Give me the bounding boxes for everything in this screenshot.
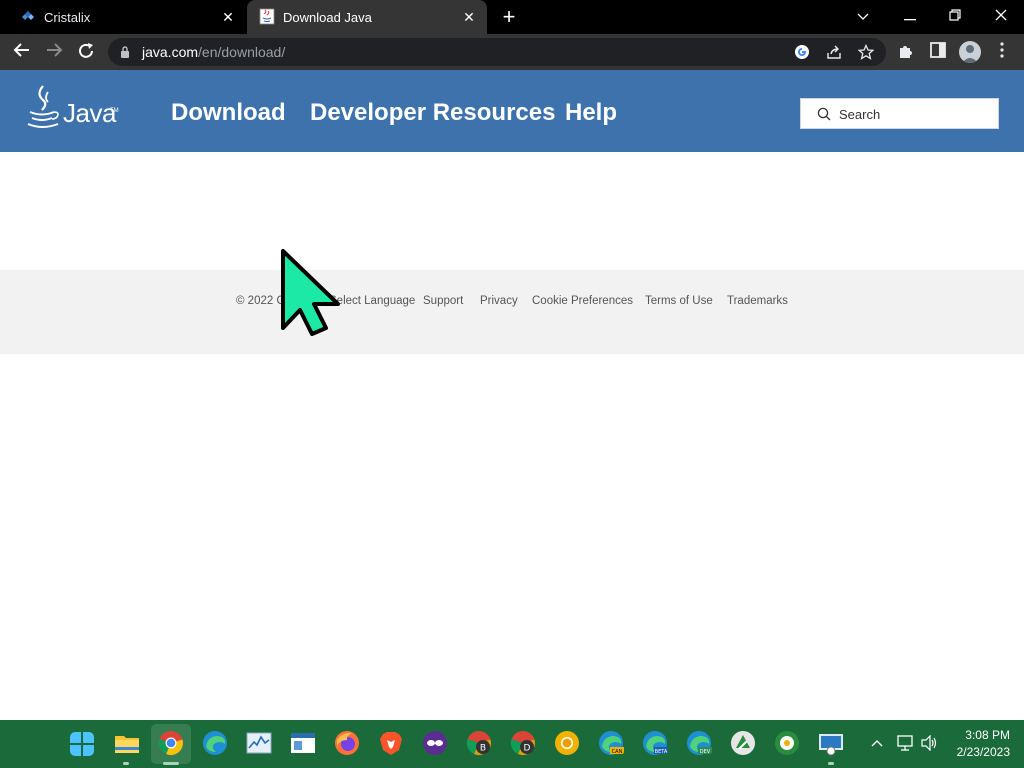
svg-text:DEV: DEV [700, 749, 711, 755]
java-favicon-icon [259, 8, 275, 25]
nav-help[interactable]: Help [565, 99, 617, 127]
profile-avatar[interactable] [959, 41, 981, 63]
cristalix-favicon-icon [22, 11, 34, 20]
side-panel-icon[interactable] [928, 42, 948, 62]
tab-title: Cristalix [44, 10, 91, 25]
close-window-icon[interactable] [989, 6, 1013, 26]
coreldraw-icon[interactable] [774, 730, 800, 756]
file-explorer-icon[interactable] [114, 730, 140, 756]
volume-icon[interactable] [921, 734, 939, 754]
vpn-mask-icon[interactable] [422, 730, 448, 756]
menu-kebab-icon[interactable] [992, 42, 1012, 62]
site-header: Java TM Download Developer Resources Hel… [0, 70, 1024, 152]
svg-text:CAN: CAN [612, 749, 623, 755]
address-bar[interactable]: java.com/en/download/ [108, 38, 886, 66]
tab-strip: Cristalix ✕ Download Java ✕ + [0, 0, 1024, 34]
firefox-icon[interactable] [334, 730, 360, 756]
edge-canary-icon[interactable]: CAN [598, 730, 624, 756]
new-tab-icon[interactable]: + [499, 6, 519, 28]
chrome-beta-icon[interactable]: B [466, 730, 492, 756]
search-icon [817, 107, 831, 121]
lock-icon[interactable] [120, 46, 130, 58]
close-tab-icon[interactable]: ✕ [461, 9, 477, 25]
java-cup-icon [27, 85, 59, 128]
nav-developer-resources[interactable]: Developer Resources [310, 99, 555, 127]
tab-search-chevron-icon[interactable] [851, 6, 875, 26]
url-path: /en/download/ [198, 44, 286, 60]
chrome-indicator [163, 762, 179, 765]
search-input[interactable] [839, 103, 989, 125]
svg-text:BETA: BETA [655, 749, 668, 755]
search-box[interactable] [800, 98, 999, 129]
svg-text:D: D [524, 744, 531, 754]
remote-desktop-icon[interactable] [818, 730, 844, 756]
remote-desktop-indicator [828, 762, 834, 765]
logo-trademark: TM [110, 108, 119, 114]
tray-chevron-up-icon[interactable] [871, 734, 883, 750]
forward-arrow-icon[interactable] [44, 42, 64, 62]
mouse-cursor-icon [281, 249, 340, 336]
bookmark-star-icon[interactable] [857, 43, 875, 60]
google-lens-icon[interactable] [794, 44, 810, 60]
logo-wordmark: Java [63, 98, 116, 128]
chrome-icon[interactable] [158, 730, 184, 756]
extensions-puzzle-icon[interactable] [896, 42, 916, 62]
back-arrow-icon[interactable] [12, 42, 32, 62]
chrome-canary-icon[interactable] [554, 730, 580, 756]
clock-time[interactable]: 3:08 PM [958, 728, 1010, 742]
windows-taskbar: B D CAN BETA DEV 3:08 PM 2/23/2023 [0, 720, 1024, 768]
close-tab-icon[interactable]: ✕ [220, 9, 236, 25]
chrome-dev-icon[interactable]: D [510, 730, 536, 756]
windows-start-icon[interactable] [70, 732, 94, 756]
browser-toolbar: java.com/en/download/ [0, 34, 1024, 70]
footer-link-trademarks[interactable]: Trademarks [727, 295, 788, 307]
footer-link-cookie-preferences[interactable]: Cookie Preferences [532, 295, 633, 307]
file-explorer-indicator [123, 762, 129, 765]
footer-link-terms-of-use[interactable]: Terms of Use [645, 295, 713, 307]
reload-icon[interactable] [76, 42, 96, 62]
tab-download-java[interactable]: Download Java ✕ [247, 0, 487, 34]
edge-beta-icon[interactable]: BETA [642, 730, 668, 756]
footer-link-support[interactable]: Support [423, 295, 463, 307]
edge-icon[interactable] [202, 730, 228, 756]
task-manager-icon[interactable] [246, 730, 272, 756]
app-window-icon[interactable] [290, 730, 316, 756]
share-icon[interactable] [826, 44, 842, 60]
network-icon[interactable] [896, 735, 914, 754]
tab-title: Download Java [283, 10, 372, 25]
minimize-icon[interactable] [898, 6, 922, 26]
restore-icon[interactable] [943, 6, 967, 26]
url-host: java.com [142, 44, 199, 60]
svg-text:B: B [480, 744, 486, 754]
clock-date[interactable]: 2/23/2023 [946, 745, 1010, 759]
edge-dev-icon[interactable]: DEV [686, 730, 712, 756]
nav-download[interactable]: Download [171, 99, 286, 127]
url-text[interactable]: java.com/en/download/ [142, 44, 285, 60]
brave-icon[interactable] [378, 730, 404, 756]
tab-cristalix[interactable]: Cristalix ✕ [0, 0, 246, 34]
inkscape-icon[interactable] [730, 730, 756, 756]
footer-link-privacy[interactable]: Privacy [480, 295, 518, 307]
site-footer: © 2022 Oracle Select Language Support Pr… [0, 270, 1024, 354]
